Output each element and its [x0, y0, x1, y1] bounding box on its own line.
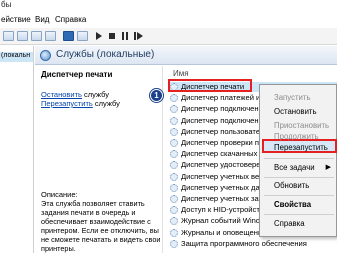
service-gear-icon [170, 172, 178, 181]
service-gear-icon [170, 239, 178, 248]
service-name-cell: Диспетчер скачанных ка [181, 149, 268, 159]
column-header-name[interactable]: Имя [173, 69, 189, 78]
menu-item-stop[interactable]: Остановить [274, 107, 317, 116]
menu-item-pause[interactable]: Приостановить [274, 121, 329, 130]
service-name-cell: Диспетчер подключений [181, 104, 268, 114]
help-icon[interactable] [63, 31, 74, 41]
services-icon [40, 50, 51, 61]
service-gear-icon [170, 150, 178, 159]
service-gear-icon [170, 206, 178, 215]
console-tree: (локальн [0, 46, 34, 253]
service-gear-icon [170, 195, 178, 203]
properties-icon[interactable] [17, 31, 28, 41]
service-gear-icon [170, 161, 178, 170]
menu-separator [264, 214, 334, 215]
service-gear-icon [170, 139, 178, 147]
service-gear-icon [170, 228, 178, 237]
context-menu: Запустить Остановить Приостановить Продо… [259, 84, 337, 237]
service-gear-icon [170, 217, 178, 226]
service-name-cell: Диспетчер учетных запи [181, 194, 268, 203]
window-title: бы [1, 0, 12, 9]
services-header: Службы (локальные) [35, 46, 337, 65]
tree-item-services-local[interactable]: (локальн [0, 52, 33, 62]
menu-separator [264, 177, 334, 178]
toolbar [0, 28, 337, 45]
stop-link-suffix: службу [81, 90, 109, 99]
service-gear-icon [170, 94, 178, 103]
menu-item-properties[interactable]: Свойства [274, 200, 311, 209]
menu-bar: ействие Вид Справка [0, 13, 337, 27]
service-name-cell: Диспетчер учетных веб- [181, 171, 266, 181]
service-details-pane: Диспетчер печати Остановить службу Перез… [35, 66, 163, 253]
restart-icon[interactable] [133, 31, 144, 41]
menu-item-restart[interactable]: Перезапустить [274, 143, 328, 152]
service-name: Диспетчер печати [41, 70, 113, 79]
stop-link-text[interactable]: Остановить [41, 90, 82, 99]
play-icon[interactable] [93, 31, 104, 41]
service-gear-icon [170, 116, 178, 125]
service-name-cell: Доступ к HID-устройства [181, 205, 268, 215]
menu-item-resume[interactable]: Продолжить [274, 132, 319, 141]
menu-item-all-tasks[interactable]: Все задачи [274, 163, 315, 172]
service-name-cell: Диспетчер пользователе [181, 126, 269, 136]
stop-service-link[interactable]: Остановить службу [41, 90, 109, 99]
service-row[interactable]: Защита программного обеспечения [170, 239, 337, 249]
step-callout: 1 [150, 89, 163, 102]
service-name-cell: Защита программного обеспечения [181, 238, 307, 248]
service-gear-icon [170, 105, 178, 114]
service-name-cell: Диспетчер подключений [181, 115, 268, 125]
restart-link-text[interactable]: Перезапустить [41, 99, 93, 108]
service-name-cell: Диспетчер учетных данн [181, 182, 269, 192]
service-name-cell: Журнал событий Window [181, 216, 270, 226]
refresh-icon[interactable] [31, 31, 42, 41]
menu-item-refresh[interactable]: Обновить [274, 181, 309, 190]
service-gear-icon [170, 183, 178, 192]
stop-icon[interactable] [107, 31, 118, 41]
restart-service-link[interactable]: Перезапустить службу [41, 99, 120, 108]
menu-item-help[interactable]: Справка [274, 219, 305, 228]
description-label: Описание: [41, 190, 78, 199]
export-icon[interactable] [45, 31, 56, 41]
restart-link-suffix: службу [92, 99, 120, 108]
page-title: Службы (локальные) [56, 49, 155, 60]
console-icon[interactable] [77, 31, 88, 41]
menu-view[interactable]: Вид [35, 15, 49, 24]
submenu-arrow-icon: ▶ [325, 164, 331, 171]
service-description: Эта служба позволяет ставить задания печ… [41, 199, 161, 253]
pause-icon[interactable] [120, 31, 131, 41]
service-name-cell: Диспетчер платежей и N [181, 93, 268, 103]
title-bar: бы [0, 0, 337, 12]
pane-icon[interactable] [3, 31, 14, 41]
service-gear-icon [170, 127, 178, 136]
menu-action[interactable]: ействие [1, 15, 31, 24]
menu-separator [264, 158, 334, 159]
service-name-cell: Диспетчер удостоверени [181, 160, 269, 170]
menu-item-start[interactable]: Запустить [274, 93, 311, 102]
menu-separator [264, 195, 334, 196]
highlight-selected-service [168, 79, 252, 92]
menu-help[interactable]: Справка [55, 15, 86, 24]
service-name-cell: Диспетчер проверки под [181, 138, 268, 147]
